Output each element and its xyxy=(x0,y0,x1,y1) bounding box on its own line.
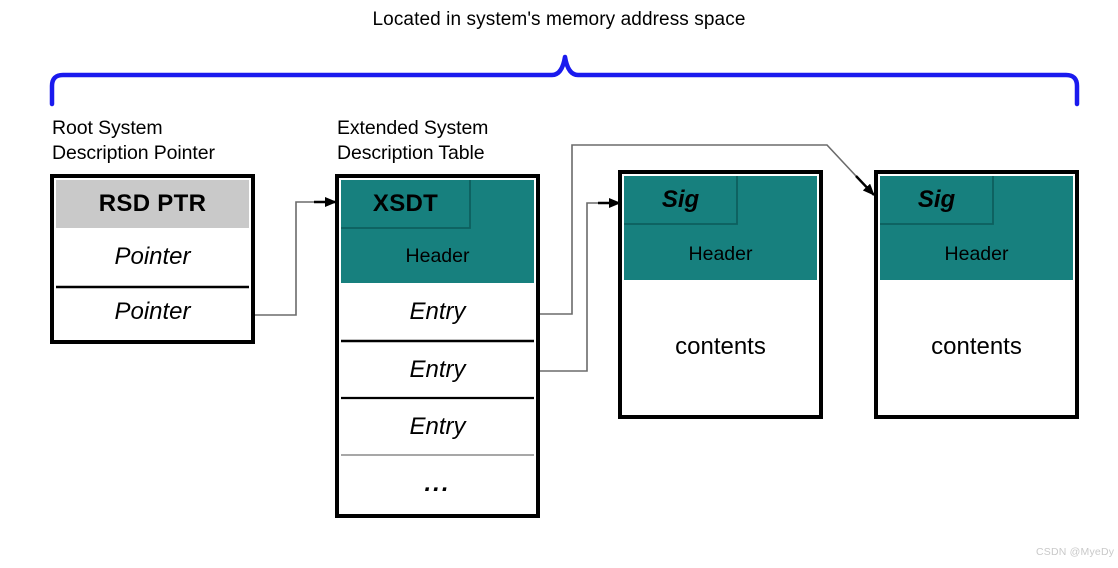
xsdt-header-label: Header xyxy=(405,244,470,267)
table2-signature-label: Sig xyxy=(917,186,956,213)
table1-header-label: Header xyxy=(688,242,753,265)
xsdt-row-1-label: Entry xyxy=(409,355,466,383)
table1-signature-label: Sig xyxy=(661,186,700,213)
xsdt-row-2-label: Entry xyxy=(409,412,466,440)
connector-rsdptr-to-xsdt xyxy=(253,197,337,316)
xsdt-caption-line2: Description Table xyxy=(337,142,485,164)
xsdt-signature-label: XSDT xyxy=(372,190,439,217)
acpi-table-diagram: Located in system's memory address space… xyxy=(0,0,1118,568)
xsdt-caption-line1: Extended System xyxy=(337,117,489,139)
rsdptr-caption-line1: Root System xyxy=(52,117,163,139)
memory-space-brace xyxy=(49,54,1080,107)
xsdt-row-3-label: ... xyxy=(424,469,451,497)
rsdptr-caption-line2: Description Pointer xyxy=(52,142,215,164)
rsdptr-row-0-label: RSD PTR xyxy=(98,190,207,217)
rsdptr-row-2-label: Pointer xyxy=(114,298,191,325)
connector-entry-to-table1 xyxy=(538,198,621,372)
xsdt-row-0-label: Entry xyxy=(409,298,466,325)
table1-contents-label: contents xyxy=(675,332,766,360)
table2-header-label: Header xyxy=(944,242,1009,265)
rsdptr-row-1-label: Pointer xyxy=(114,243,191,270)
table2-contents-label: contents xyxy=(931,332,1022,360)
watermark: CSDN @MyeDy xyxy=(1036,546,1115,558)
diagram-title: Located in system's memory address space xyxy=(372,9,746,30)
